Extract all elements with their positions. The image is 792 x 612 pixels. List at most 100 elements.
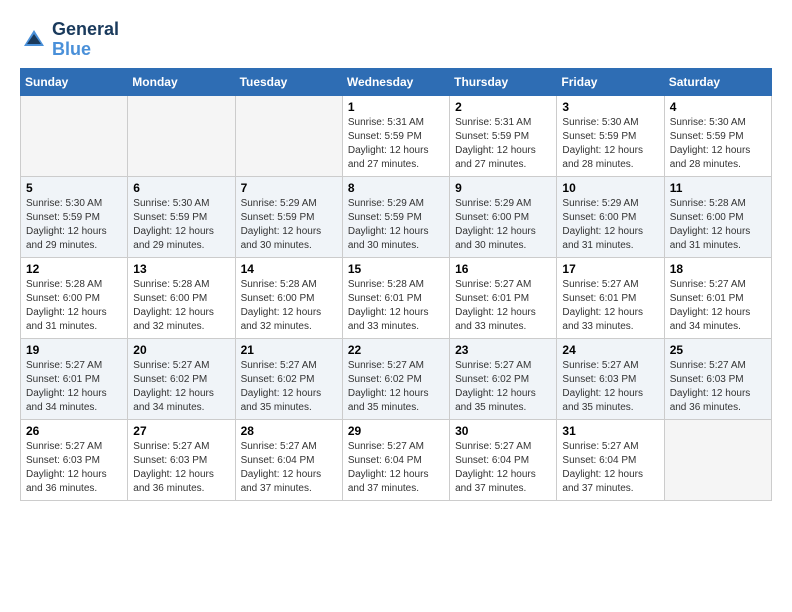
- day-number: 16: [455, 262, 551, 276]
- page-header: General Blue: [20, 20, 772, 60]
- day-info: Sunrise: 5:27 AMSunset: 6:04 PMDaylight:…: [562, 440, 658, 496]
- day-info: Sunrise: 5:30 AMSunset: 5:59 PMDaylight:…: [133, 197, 229, 253]
- day-number: 1: [348, 100, 444, 114]
- day-number: 12: [26, 262, 122, 276]
- day-number: 28: [241, 424, 337, 438]
- day-number: 6: [133, 181, 229, 195]
- day-number: 20: [133, 343, 229, 357]
- day-cell: 14 Sunrise: 5:28 AMSunset: 6:00 PMDayligh…: [235, 257, 342, 338]
- week-row-5: 26Sunrise: 5:27 AMSunset: 6:03 PMDayligh…: [21, 419, 772, 500]
- logo-text: General Blue: [52, 20, 119, 60]
- logo-icon: [20, 26, 48, 54]
- day-info: Sunrise: 5:29 AMSunset: 5:59 PMDaylight:…: [241, 197, 337, 253]
- day-number: 18: [670, 262, 766, 276]
- day-cell: [235, 95, 342, 176]
- day-number: 21: [241, 343, 337, 357]
- day-cell: 9 Sunrise: 5:29 AMSunset: 6:00 PMDaylight…: [450, 176, 557, 257]
- day-number: 31: [562, 424, 658, 438]
- day-number: 15: [348, 262, 444, 276]
- day-cell: 2 Sunrise: 5:31 AMSunset: 5:59 PMDaylight…: [450, 95, 557, 176]
- day-info: Sunrise: 5:30 AMSunset: 5:59 PMDaylight:…: [670, 116, 766, 172]
- day-info: Sunrise: 5:29 AMSunset: 6:00 PMDaylight:…: [562, 197, 658, 253]
- day-cell: 20 Sunrise: 5:27 AMSunset: 6:02 PMDayligh…: [128, 338, 235, 419]
- day-info: Sunrise: 5:28 AMSunset: 6:00 PMDaylight:…: [670, 197, 766, 253]
- day-cell: 21 Sunrise: 5:27 AMSunset: 6:02 PMDayligh…: [235, 338, 342, 419]
- day-cell: [128, 95, 235, 176]
- day-info: Sunrise: 5:28 AMSunset: 6:00 PMDaylight:…: [26, 278, 122, 334]
- day-cell: 4 Sunrise: 5:30 AMSunset: 5:59 PMDaylight…: [664, 95, 771, 176]
- day-info: Sunrise: 5:27 AMSunset: 6:01 PMDaylight:…: [670, 278, 766, 334]
- day-cell: 10 Sunrise: 5:29 AMSunset: 6:00 PMDayligh…: [557, 176, 664, 257]
- day-info: Sunrise: 5:27 AMSunset: 6:03 PMDaylight:…: [670, 359, 766, 415]
- week-row-3: 12 Sunrise: 5:28 AMSunset: 6:00 PMDayligh…: [21, 257, 772, 338]
- day-number: 2: [455, 100, 551, 114]
- day-number: 27: [133, 424, 229, 438]
- day-cell: 7 Sunrise: 5:29 AMSunset: 5:59 PMDaylight…: [235, 176, 342, 257]
- day-cell: 29Sunrise: 5:27 AMSunset: 6:04 PMDayligh…: [342, 419, 449, 500]
- week-row-2: 5 Sunrise: 5:30 AMSunset: 5:59 PMDaylight…: [21, 176, 772, 257]
- weekday-header-monday: Monday: [128, 68, 235, 95]
- day-info: Sunrise: 5:28 AMSunset: 6:00 PMDaylight:…: [241, 278, 337, 334]
- day-cell: 13 Sunrise: 5:28 AMSunset: 6:00 PMDayligh…: [128, 257, 235, 338]
- day-info: Sunrise: 5:27 AMSunset: 6:04 PMDaylight:…: [455, 440, 551, 496]
- day-info: Sunrise: 5:27 AMSunset: 6:03 PMDaylight:…: [562, 359, 658, 415]
- day-cell: 31 Sunrise: 5:27 AMSunset: 6:04 PMDayligh…: [557, 419, 664, 500]
- day-info: Sunrise: 5:27 AMSunset: 6:02 PMDaylight:…: [455, 359, 551, 415]
- weekday-header-thursday: Thursday: [450, 68, 557, 95]
- weekday-header-saturday: Saturday: [664, 68, 771, 95]
- day-info: Sunrise: 5:30 AMSunset: 5:59 PMDaylight:…: [562, 116, 658, 172]
- day-number: 25: [670, 343, 766, 357]
- day-number: 9: [455, 181, 551, 195]
- day-number: 3: [562, 100, 658, 114]
- day-cell: [664, 419, 771, 500]
- day-number: 4: [670, 100, 766, 114]
- calendar-table: SundayMondayTuesdayWednesdayThursdayFrid…: [20, 68, 772, 501]
- day-cell: 24 Sunrise: 5:27 AMSunset: 6:03 PMDayligh…: [557, 338, 664, 419]
- weekday-header-sunday: Sunday: [21, 68, 128, 95]
- day-cell: 28 Sunrise: 5:27 AMSunset: 6:04 PMDayligh…: [235, 419, 342, 500]
- day-cell: [21, 95, 128, 176]
- day-info: Sunrise: 5:27 AMSunset: 6:03 PMDaylight:…: [133, 440, 229, 496]
- day-number: 10: [562, 181, 658, 195]
- day-cell: 26Sunrise: 5:27 AMSunset: 6:03 PMDayligh…: [21, 419, 128, 500]
- day-info: Sunrise: 5:27 AMSunset: 6:04 PMDaylight:…: [241, 440, 337, 496]
- day-info: Sunrise: 5:27 AMSunset: 6:04 PMDaylight:…: [348, 440, 444, 496]
- day-cell: 5 Sunrise: 5:30 AMSunset: 5:59 PMDaylight…: [21, 176, 128, 257]
- day-number: 5: [26, 181, 122, 195]
- day-number: 11: [670, 181, 766, 195]
- day-cell: 12 Sunrise: 5:28 AMSunset: 6:00 PMDayligh…: [21, 257, 128, 338]
- day-cell: 8Sunrise: 5:29 AMSunset: 5:59 PMDaylight…: [342, 176, 449, 257]
- day-cell: 6 Sunrise: 5:30 AMSunset: 5:59 PMDaylight…: [128, 176, 235, 257]
- week-row-1: 1 Sunrise: 5:31 AMSunset: 5:59 PMDaylight…: [21, 95, 772, 176]
- day-info: Sunrise: 5:27 AMSunset: 6:03 PMDaylight:…: [26, 440, 122, 496]
- day-info: Sunrise: 5:27 AMSunset: 6:02 PMDaylight:…: [241, 359, 337, 415]
- day-cell: 30 Sunrise: 5:27 AMSunset: 6:04 PMDayligh…: [450, 419, 557, 500]
- day-cell: 23Sunrise: 5:27 AMSunset: 6:02 PMDayligh…: [450, 338, 557, 419]
- day-number: 30: [455, 424, 551, 438]
- logo: General Blue: [20, 20, 119, 60]
- day-info: Sunrise: 5:31 AMSunset: 5:59 PMDaylight:…: [348, 116, 444, 172]
- day-cell: 11 Sunrise: 5:28 AMSunset: 6:00 PMDayligh…: [664, 176, 771, 257]
- day-info: Sunrise: 5:27 AMSunset: 6:01 PMDaylight:…: [26, 359, 122, 415]
- day-info: Sunrise: 5:28 AMSunset: 6:00 PMDaylight:…: [133, 278, 229, 334]
- day-info: Sunrise: 5:27 AMSunset: 6:01 PMDaylight:…: [455, 278, 551, 334]
- day-number: 24: [562, 343, 658, 357]
- day-cell: 27 Sunrise: 5:27 AMSunset: 6:03 PMDayligh…: [128, 419, 235, 500]
- day-info: Sunrise: 5:29 AMSunset: 6:00 PMDaylight:…: [455, 197, 551, 253]
- day-info: Sunrise: 5:30 AMSunset: 5:59 PMDaylight:…: [26, 197, 122, 253]
- day-number: 8: [348, 181, 444, 195]
- day-number: 13: [133, 262, 229, 276]
- day-info: Sunrise: 5:27 AMSunset: 6:02 PMDaylight:…: [133, 359, 229, 415]
- week-row-4: 19 Sunrise: 5:27 AMSunset: 6:01 PMDayligh…: [21, 338, 772, 419]
- day-cell: 25 Sunrise: 5:27 AMSunset: 6:03 PMDayligh…: [664, 338, 771, 419]
- day-info: Sunrise: 5:28 AMSunset: 6:01 PMDaylight:…: [348, 278, 444, 334]
- day-cell: 18 Sunrise: 5:27 AMSunset: 6:01 PMDayligh…: [664, 257, 771, 338]
- day-info: Sunrise: 5:31 AMSunset: 5:59 PMDaylight:…: [455, 116, 551, 172]
- day-info: Sunrise: 5:27 AMSunset: 6:02 PMDaylight:…: [348, 359, 444, 415]
- day-number: 19: [26, 343, 122, 357]
- day-number: 7: [241, 181, 337, 195]
- day-cell: 15 Sunrise: 5:28 AMSunset: 6:01 PMDayligh…: [342, 257, 449, 338]
- day-cell: 3 Sunrise: 5:30 AMSunset: 5:59 PMDaylight…: [557, 95, 664, 176]
- weekday-header-wednesday: Wednesday: [342, 68, 449, 95]
- day-number: 14: [241, 262, 337, 276]
